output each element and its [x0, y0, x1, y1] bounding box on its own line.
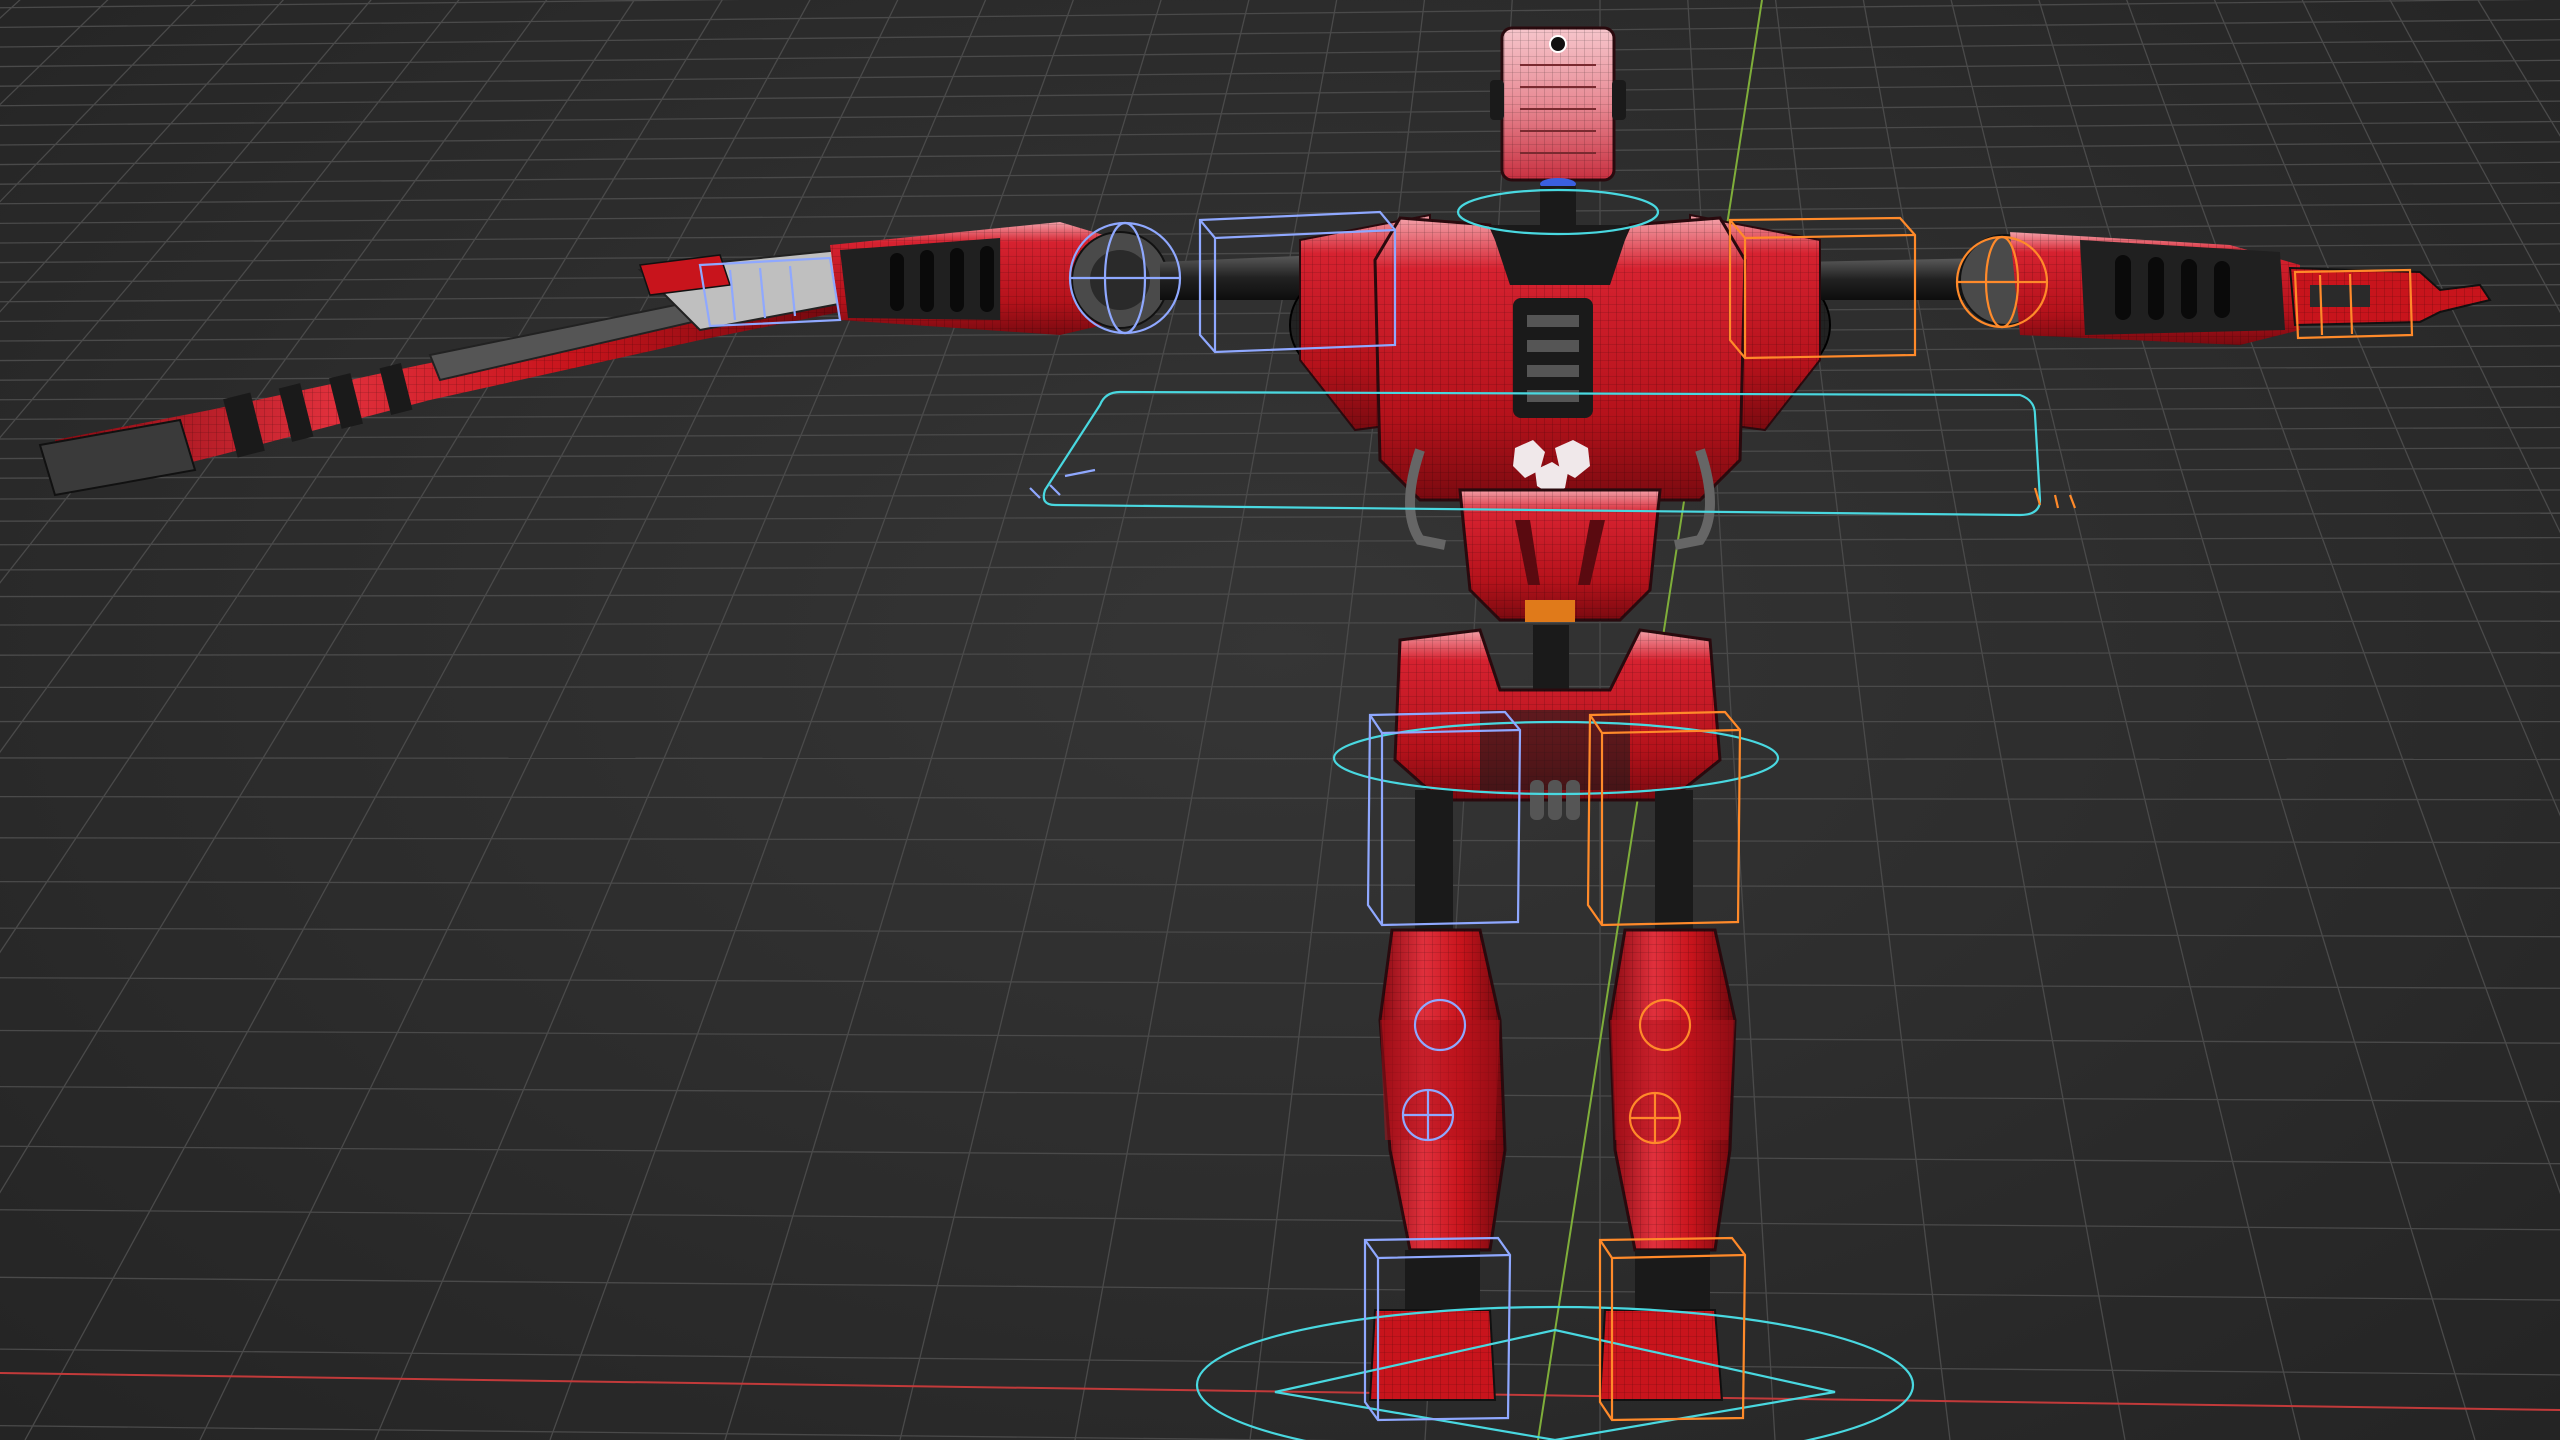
- grid-line: [0, 536, 2560, 546]
- 3d-viewport[interactable]: [0, 0, 2560, 1440]
- grid-line: [0, 977, 2560, 989]
- grid-line: [0, 1424, 1338, 1440]
- torso[interactable]: [1299, 213, 1821, 705]
- grid-line: [0, 0, 1483, 1440]
- grid-line: [0, 795, 2560, 801]
- grid-line: [0, 39, 2560, 68]
- grid-line: [0, 0, 285, 313]
- grid-line: [0, 1348, 2560, 1376]
- grid-line: [0, 1276, 2560, 1301]
- grid-line: [0, 489, 2560, 500]
- grid-line: [0, 161, 2560, 185]
- grid-line: [0, 512, 2560, 522]
- grid-line: [0, 837, 2560, 844]
- grid-line: [0, 590, 2560, 598]
- grid-line: [0, 880, 2560, 889]
- grid-line: [0, 426, 2560, 440]
- grid-line: [0, 467, 2560, 479]
- grid-line: [0, 345, 2560, 362]
- grid-line: [0, 1209, 2560, 1231]
- grid-line: [0, 100, 2560, 127]
- grid-line: [0, 757, 2560, 761]
- grid-line: [0, 0, 548, 754]
- grid-line: [0, 685, 2560, 688]
- grid-line: [0, 0, 197, 203]
- grid-line: [0, 59, 2560, 87]
- grid-line: [0, 1029, 2560, 1044]
- grid-line: [0, 0, 1486, 1440]
- grid-line: [0, 202, 2560, 225]
- grid-line: [0, 120, 2560, 146]
- grid-line: [0, 141, 2560, 166]
- grid-line: [0, 1145, 2560, 1165]
- grid-line: [0, 620, 2560, 626]
- grid-line: [0, 80, 2560, 107]
- grid-line: [0, 0, 636, 954]
- head[interactable]: [1490, 26, 1626, 226]
- grid-line: [0, 0, 372, 439]
- grid-line: [0, 0, 723, 1194]
- right-ik-marker[interactable]: [2033, 487, 2077, 509]
- grid-line: [0, 0, 109, 106]
- right-arm[interactable]: [1729, 232, 2492, 376]
- grid-line: [0, 563, 2560, 571]
- grid-line: [0, 0, 1480, 1440]
- grid-line: [0, 1085, 2560, 1103]
- grid-line: [24, 0, 811, 1440]
- grid-line: [0, 651, 2560, 656]
- scene-canvas[interactable]: [0, 0, 2560, 1440]
- grid-line: [0, 222, 2560, 244]
- grid-line: [0, 0, 460, 584]
- grid-line: [0, 182, 2560, 205]
